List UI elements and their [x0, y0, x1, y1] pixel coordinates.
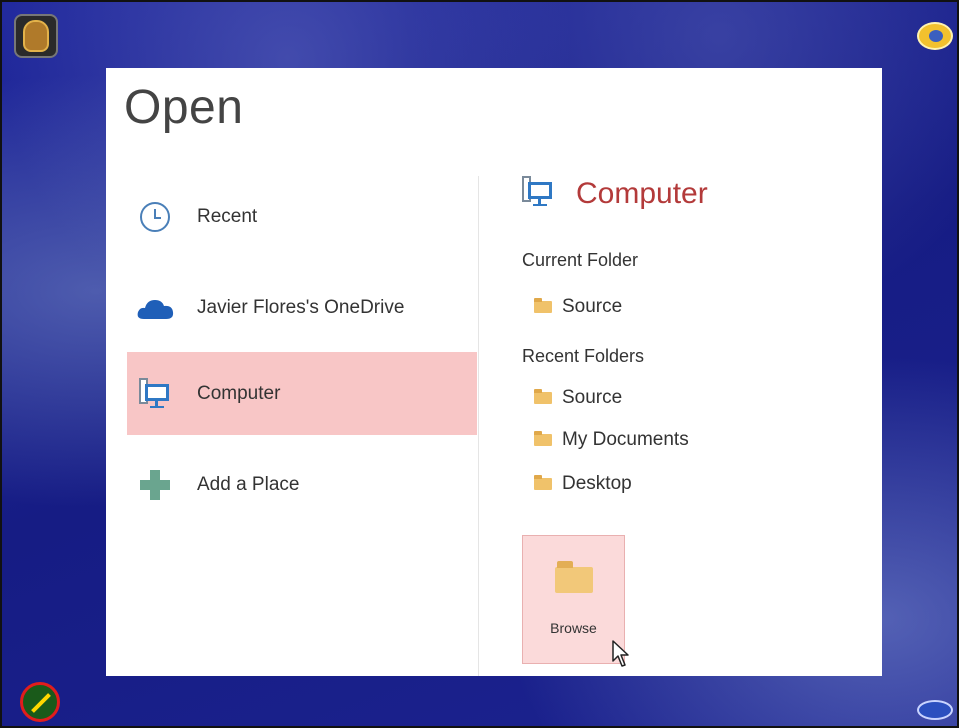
- bottom-left-logo: [20, 682, 60, 722]
- place-label: Recent: [197, 205, 258, 227]
- computer-icon: [522, 176, 558, 212]
- page-title: Open: [124, 81, 244, 134]
- folder-icon: [534, 475, 552, 490]
- folder-item[interactable]: Source: [534, 296, 622, 318]
- bottom-right-logo: [917, 700, 953, 720]
- folder-item[interactable]: Source: [534, 387, 622, 409]
- top-left-logo: [14, 14, 58, 58]
- place-label: Add a Place: [197, 473, 300, 495]
- folder-item[interactable]: My Documents: [534, 429, 689, 451]
- folder-item[interactable]: Desktop: [534, 473, 632, 495]
- browse-button[interactable]: Browse: [522, 535, 625, 664]
- clock-icon: [135, 197, 175, 237]
- computer-icon: [135, 374, 175, 414]
- folder-icon: [534, 431, 552, 446]
- place-recent[interactable]: Recent: [127, 175, 477, 258]
- mouse-cursor-icon: [612, 640, 629, 667]
- place-label: Javier Flores's OneDrive: [197, 296, 405, 318]
- panel-divider: [478, 176, 479, 676]
- current-folder-heading: Current Folder: [522, 250, 639, 270]
- onedrive-cloud-icon: [135, 288, 175, 328]
- folder-icon: [555, 561, 593, 593]
- recent-folders-heading: Recent Folders: [522, 346, 645, 366]
- folder-icon: [534, 389, 552, 404]
- folder-icon: [534, 298, 552, 313]
- browse-label: Browse: [550, 620, 597, 636]
- place-add[interactable]: Add a Place: [127, 443, 477, 526]
- right-panel-title: Computer: [576, 177, 708, 210]
- top-right-logo: [917, 22, 953, 50]
- place-computer[interactable]: Computer: [127, 352, 477, 435]
- place-label: Computer: [197, 382, 281, 404]
- right-panel-header: Computer: [522, 176, 708, 212]
- open-dialog: Open Recent Javier Flores's OneDrive Com…: [106, 68, 882, 676]
- place-onedrive[interactable]: Javier Flores's OneDrive: [127, 266, 477, 349]
- plus-icon: [135, 465, 175, 505]
